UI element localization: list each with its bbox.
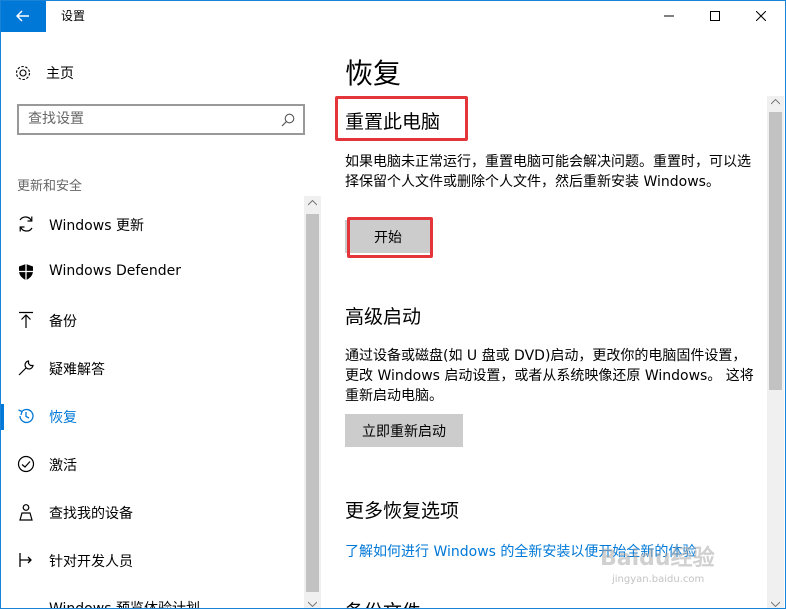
nav-item-label: 备份	[49, 314, 77, 330]
watermark-logo: Baidu经验	[600, 546, 715, 571]
person-location-icon	[17, 503, 35, 521]
nav-item-label: 疑难解答	[49, 362, 105, 378]
backup-files-heading: 备份文件	[345, 597, 421, 609]
advanced-startup-heading: 高级启动	[345, 306, 422, 328]
scroll-up-icon[interactable]	[771, 99, 780, 105]
scroll-down-icon[interactable]	[308, 601, 317, 607]
content-scrollbar-thumb[interactable]	[769, 112, 782, 390]
nav-item-activation[interactable]: 激活	[0, 440, 304, 488]
highlight-box-reset-heading	[335, 96, 468, 141]
section-label: 更新和安全	[17, 179, 83, 194]
backup-arrow-icon	[17, 311, 35, 329]
nav-home[interactable]: 主页	[14, 60, 74, 86]
nav-item-find-my-device[interactable]: 查找我的设备	[0, 488, 304, 536]
nav-item-windows-defender[interactable]: Windows Defender	[0, 248, 304, 296]
nav-item-backup[interactable]: 备份	[0, 296, 304, 344]
nav-item-label: 针对开发人员	[49, 554, 133, 570]
check-circle-icon	[17, 455, 35, 473]
nav-item-troubleshoot[interactable]: 疑难解答	[0, 344, 304, 392]
nav-item-label: 查找我的设备	[49, 506, 133, 522]
reset-description: 如果电脑未正常运行，重置电脑可能会解决问题。重置时，可以选择保留个人文件或删除个…	[345, 154, 751, 190]
nav-list: Windows 更新 Windows Defender 备份 疑难解答 恢复 激…	[0, 200, 304, 584]
nav-item-label: 恢复	[49, 410, 77, 426]
nav-scrollbar-thumb[interactable]	[306, 214, 319, 592]
scroll-up-icon[interactable]	[308, 200, 317, 206]
nav-home-label: 主页	[46, 66, 74, 82]
minimize-button[interactable]	[646, 0, 692, 32]
active-indicator	[0, 404, 4, 430]
search-box[interactable]	[17, 104, 305, 135]
page-title: 恢复	[345, 57, 402, 90]
nav-item-for-developers[interactable]: 针对开发人员	[0, 536, 304, 584]
close-icon	[756, 11, 766, 21]
nav-scrollbar[interactable]	[304, 196, 321, 609]
nav-item-windows-update[interactable]: Windows 更新	[0, 200, 304, 248]
refresh-icon	[17, 215, 35, 233]
maximize-icon	[710, 11, 720, 21]
maximize-button[interactable]	[692, 0, 738, 32]
search-icon[interactable]	[281, 113, 295, 127]
title-bar: 设置	[0, 0, 786, 32]
content-scrollbar[interactable]	[767, 96, 784, 609]
developer-icon	[17, 551, 35, 569]
wrench-icon	[17, 359, 35, 377]
close-button[interactable]	[738, 0, 784, 32]
nav-item-label: Windows Defender	[49, 263, 182, 279]
watermark-url: jingyan.baidu.com	[612, 574, 705, 585]
restart-now-button[interactable]: 立即重新启动	[345, 414, 463, 447]
search-input[interactable]	[28, 111, 268, 127]
back-button[interactable]	[0, 0, 46, 32]
nav-item-label: Windows 更新	[49, 218, 144, 234]
highlight-box-start-button	[347, 217, 433, 258]
gear-icon	[15, 65, 31, 81]
window-title: 设置	[61, 9, 86, 23]
nav-item-recovery[interactable]: 恢复	[0, 392, 304, 440]
scroll-down-icon[interactable]	[771, 601, 780, 607]
history-icon	[17, 407, 35, 425]
back-arrow-icon	[16, 10, 29, 22]
shield-icon	[17, 263, 35, 281]
nav-item-insider-cutoff[interactable]: Windows 预览体验计划	[49, 598, 200, 609]
more-recovery-heading: 更多恢复选项	[345, 500, 460, 522]
minimize-icon	[664, 15, 674, 17]
nav-item-label: 激活	[49, 458, 77, 474]
advanced-startup-description: 通过设备或磁盘(如 U 盘或 DVD)启动，更改你的电脑固件设置，更改 Wind…	[345, 348, 754, 404]
